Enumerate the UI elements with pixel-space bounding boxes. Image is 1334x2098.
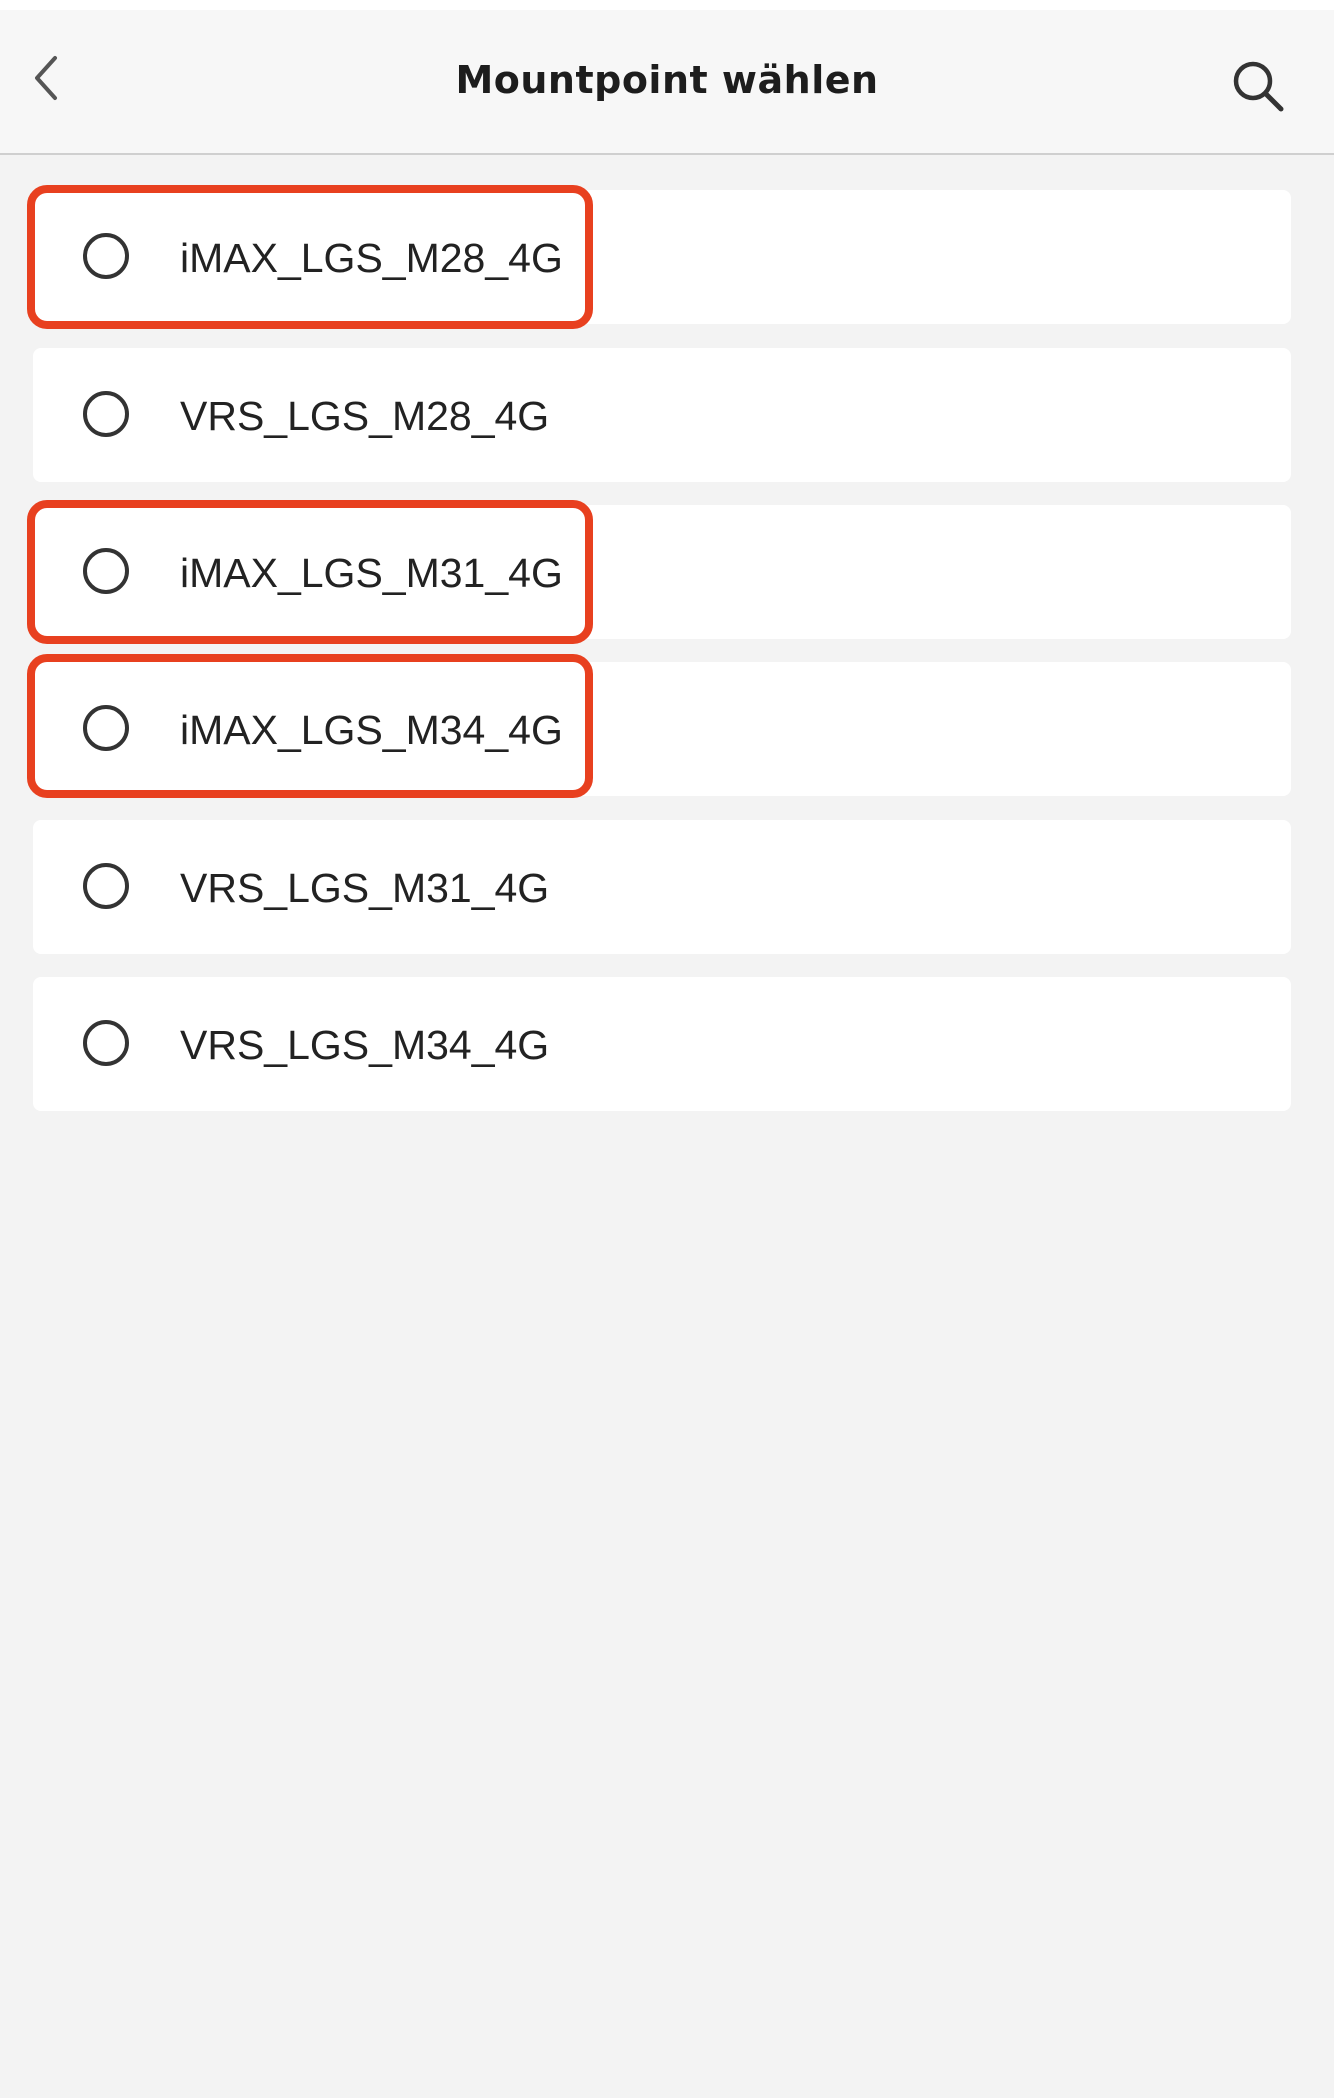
mountpoint-label: iMAX_LGS_M31_4G <box>180 550 563 596</box>
radio-button[interactable] <box>83 391 129 437</box>
search-icon <box>1233 61 1284 112</box>
app-header: Mountpoint wählen <box>0 10 1334 155</box>
mountpoint-item[interactable]: iMAX_LGS_M34_4G <box>33 662 1291 796</box>
page-title: Mountpoint wählen <box>455 58 879 102</box>
search-button[interactable] <box>1226 54 1290 118</box>
radio-button[interactable] <box>83 233 129 279</box>
radio-button[interactable] <box>83 863 129 909</box>
mountpoint-label: VRS_LGS_M31_4G <box>180 865 550 911</box>
mountpoint-label: VRS_LGS_M34_4G <box>180 1022 550 1068</box>
mountpoint-label: iMAX_LGS_M28_4G <box>180 235 563 281</box>
radio-button[interactable] <box>83 1020 129 1066</box>
mountpoint-item[interactable]: VRS_LGS_M34_4G <box>33 977 1291 1111</box>
radio-button[interactable] <box>83 705 129 751</box>
mountpoint-item[interactable]: VRS_LGS_M28_4G <box>33 348 1291 482</box>
mountpoint-label: iMAX_LGS_M34_4G <box>180 707 563 753</box>
status-bar <box>0 0 1334 10</box>
radio-button[interactable] <box>83 548 129 594</box>
mountpoint-item[interactable]: VRS_LGS_M31_4G <box>33 820 1291 954</box>
mountpoint-item[interactable]: iMAX_LGS_M28_4G <box>33 190 1291 324</box>
mountpoint-item[interactable]: iMAX_LGS_M31_4G <box>33 505 1291 639</box>
mountpoint-label: VRS_LGS_M28_4G <box>180 393 550 439</box>
